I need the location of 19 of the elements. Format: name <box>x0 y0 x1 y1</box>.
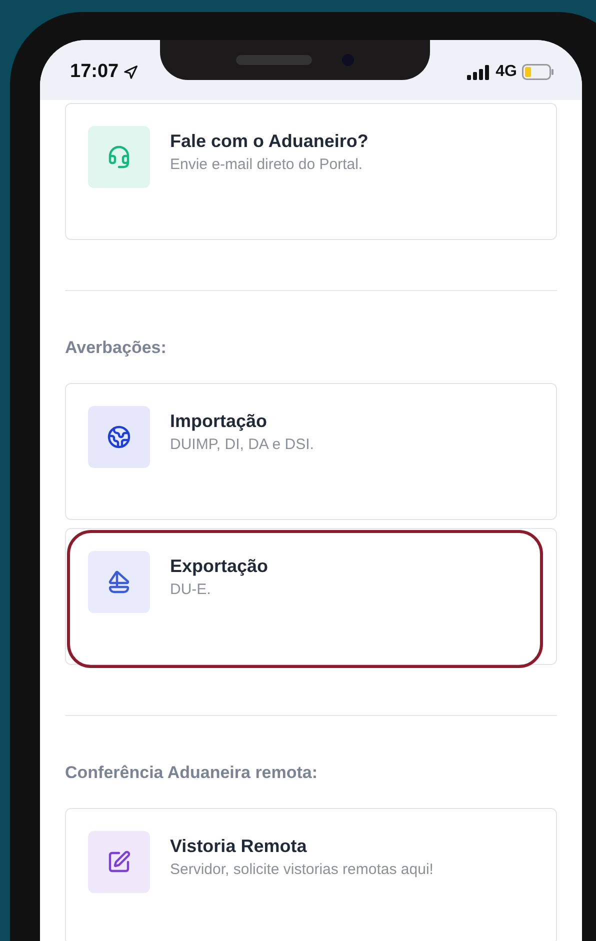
card-subtitle: DU-E. <box>170 580 212 600</box>
status-time: 17:07 <box>70 60 119 84</box>
menu-card[interactable]: Fale com o Aduaneiro? Envie e-mail direto do Portal. <box>65 103 557 240</box>
card-subtitle: Servidor, solicite vistorias remotas aqui! <box>170 860 434 880</box>
location-arrow-icon <box>122 64 138 80</box>
section-title: Conferência Aduaneira remota: <box>65 762 319 784</box>
section-title: Averbações: <box>65 337 168 359</box>
menu-card[interactable]: Exportação DU-E. <box>65 528 557 665</box>
network-label: 4G <box>496 62 517 82</box>
card-subtitle: DUIMP, DI, DA e DSI. <box>170 435 314 455</box>
card-title: Fale com o Aduaneiro? <box>170 130 368 153</box>
card-subtitle: Envie e-mail direto do Portal. <box>170 155 364 175</box>
card-title: Exportação <box>170 555 268 578</box>
menu-card[interactable]: Vistoria Remota Servidor, solicite vistorias remotas aqui! <box>65 808 557 941</box>
card-title: Vistoria Remota <box>170 835 308 858</box>
signal-icon <box>466 64 491 80</box>
battery-icon <box>522 64 554 80</box>
card-title: Importação <box>170 410 268 433</box>
menu-card[interactable]: Importação DUIMP, DI, DA e DSI. <box>65 383 557 520</box>
